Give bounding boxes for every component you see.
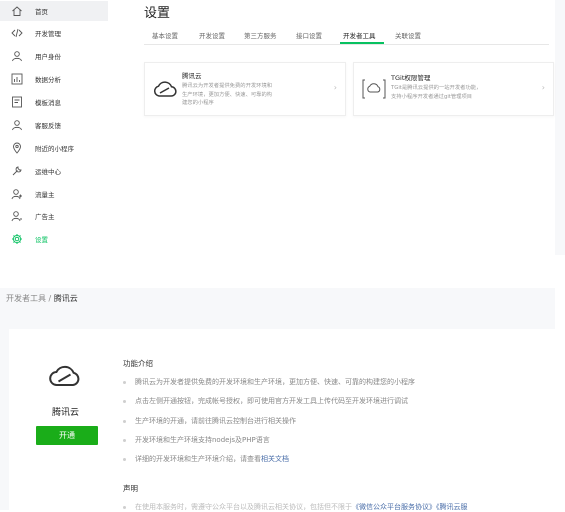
detail-panel: 腾讯云 开通 功能介绍 腾讯云为开发者提供免费的开发环境和生产环境，更加方便、快… [9, 329, 555, 512]
cloud-icon [153, 81, 177, 97]
bullet-dot [123, 505, 126, 509]
tab-bar: 基本设置 开发设置 第三方服务 接口设置 开发者工具 关联设置 [144, 26, 549, 45]
bullet-dot [123, 399, 126, 403]
card-desc-line: 支持小程序开发者通过git管理项目 [391, 93, 473, 100]
sidebar-item-label: 客服反馈 [35, 122, 61, 130]
sidebar-item-label: 运维中心 [35, 168, 61, 176]
bullet-dot [123, 457, 126, 461]
bullet-dot [123, 419, 126, 423]
sidebar-item-home[interactable]: 首页 [0, 1, 108, 21]
breadcrumb-current: 腾讯云 [53, 294, 78, 303]
card-description: 腾讯云为开发者提供免费的开发环境和 生产环境，更加方便、快速、可靠的构 建您的小… [182, 82, 332, 108]
sidebar-item-ops-center[interactable]: 运维中心 [0, 161, 108, 181]
location-icon [11, 142, 23, 154]
card-desc-line: TGit是腾讯云提供的一站开发者功能， [391, 85, 482, 91]
open-button[interactable]: 开通 [36, 426, 98, 445]
template-icon [11, 96, 23, 108]
bullet-dot [123, 380, 126, 384]
cloud-icon [49, 365, 80, 386]
code-icon [11, 27, 23, 39]
sidebar-item-label: 首页 [35, 8, 48, 16]
tab-api-settings[interactable]: 接口设置 [296, 30, 322, 40]
chevron-right-icon: › [333, 83, 337, 92]
chart-icon [11, 73, 23, 85]
tencent-cloud-detail: 开发者工具 / 腾讯云 腾讯云 开通 功能介绍 腾讯云为开发者提供免费的开发环境… [0, 288, 555, 512]
feature-text: 腾讯云为开发者提供免费的开发环境和生产环境，更加方便、快速、可靠的构建您的小程序 [135, 378, 415, 386]
sidebar-item-label: 数据分析 [35, 76, 61, 84]
feature-item: 点击左侧开通按钮，完成帐号授权，即可使用官方开发工具上传代码至开发环境进行调试 [123, 396, 408, 406]
service-name: 腾讯云 [52, 408, 80, 418]
tab-basic-settings[interactable]: 基本设置 [152, 30, 178, 40]
chevron-right-icon: › [541, 83, 545, 92]
tencent-cloud-card[interactable]: 腾讯云 腾讯云为开发者提供免费的开发环境和 生产环境，更加方便、快速、可靠的构 … [144, 62, 346, 116]
feature-item: 开发环境和生产环境支持nodejs及PHP语言 [123, 435, 270, 445]
card-description: TGit是腾讯云提供的一站开发者功能， 支持小程序开发者通过git管理项目 [391, 84, 541, 101]
sidebar: 首页 开发管理 用户身份 数据分析 模板消息 客服反馈 附近的小程序 运维中心 … [0, 0, 109, 255]
feature-text: 生产环境的开通，请前往腾讯云控制台进行相关操作 [135, 417, 296, 425]
feature-text: 开发环境和生产环境支持nodejs及PHP语言 [135, 436, 270, 444]
main-content: 设置 基本设置 开发设置 第三方服务 接口设置 开发者工具 关联设置 腾讯云 腾… [108, 0, 555, 255]
home-icon [11, 5, 23, 17]
tab-dev-settings[interactable]: 开发设置 [199, 30, 225, 40]
card-desc-line: 腾讯云为开发者提供免费的开发环境和 [182, 83, 273, 89]
tgit-card[interactable]: TGit权限管理 TGit是腾讯云提供的一站开发者功能， 支持小程序开发者通过g… [353, 62, 554, 116]
sidebar-item-label: 广告主 [35, 213, 55, 221]
sidebar-item-traffic-master[interactable]: 流量主 [0, 184, 108, 204]
wrench-icon [11, 165, 23, 177]
sidebar-item-label: 模板消息 [35, 99, 61, 107]
sidebar-item-user-identity[interactable]: 用户身份 [0, 46, 108, 66]
sidebar-item-data-analysis[interactable]: 数据分析 [0, 69, 108, 89]
tab-association[interactable]: 关联设置 [395, 30, 421, 40]
sidebar-item-template-message[interactable]: 模板消息 [0, 92, 108, 112]
tab-third-party[interactable]: 第三方服务 [244, 30, 277, 40]
feature-text: 详细的开发环境和生产环境介绍，请查看 [135, 455, 261, 463]
feature-item: 详细的开发环境和生产环境介绍，请查看相关文档 [123, 454, 289, 464]
tab-developer-tools[interactable]: 开发者工具 [343, 30, 376, 40]
advertiser-icon [11, 210, 23, 222]
sidebar-item-label: 用户身份 [35, 53, 61, 61]
traffic-icon [11, 188, 23, 200]
card-title: TGit权限管理 [391, 74, 431, 82]
tgit-cloud-icon [362, 79, 386, 99]
feature-item: 生产环境的开通，请前往腾讯云控制台进行相关操作 [123, 416, 296, 426]
sidebar-item-nearby-miniprogram[interactable]: 附近的小程序 [0, 138, 108, 158]
user-icon [11, 50, 23, 62]
card-title: 腾讯云 [182, 72, 202, 80]
card-desc-line: 生产环境，更加方便、快速、可靠的构 [182, 91, 273, 98]
page-title: 设置 [144, 6, 171, 21]
feature-item: 腾讯云为开发者提供免费的开发环境和生产环境，更加方便、快速、可靠的构建您的小程序 [123, 377, 415, 387]
sidebar-item-label: 附近的小程序 [35, 145, 74, 153]
sidebar-item-advertiser[interactable]: 广告主 [0, 206, 108, 226]
sidebar-item-label: 开发管理 [35, 30, 61, 38]
sidebar-item-customer-feedback[interactable]: 客服反馈 [0, 115, 108, 135]
features-title: 功能介绍 [123, 359, 153, 368]
breadcrumb-separator: / [48, 294, 52, 303]
feature-text: 点击左侧开通按钮，完成帐号授权，即可使用官方开发工具上传代码至开发环境进行调试 [135, 397, 408, 405]
related-docs-link[interactable]: 相关文档 [261, 455, 289, 463]
sidebar-item-label: 流量主 [35, 191, 55, 199]
sidebar-item-settings[interactable]: 设置 [0, 229, 108, 249]
breadcrumb-parent[interactable]: 开发者工具 [6, 294, 46, 303]
feedback-icon [11, 119, 23, 131]
sidebar-item-label: 设置 [35, 236, 48, 244]
bullet-dot [123, 438, 126, 442]
settings-screen: 首页 开发管理 用户身份 数据分析 模板消息 客服反馈 附近的小程序 运维中心 … [0, 0, 565, 255]
active-tab-indicator [340, 42, 384, 44]
statement-title: 声明 [123, 484, 138, 493]
statement-item: 在使用本服务时，需遵守公众平台以及腾讯云相关协议，包括但不限于《微信公众平台服务… [123, 502, 468, 512]
sidebar-item-dev-management[interactable]: 开发管理 [0, 23, 108, 43]
breadcrumb: 开发者工具 / 腾讯云 [6, 293, 78, 304]
gear-icon [11, 233, 23, 245]
card-desc-line: 建您的小程序 [182, 100, 214, 107]
